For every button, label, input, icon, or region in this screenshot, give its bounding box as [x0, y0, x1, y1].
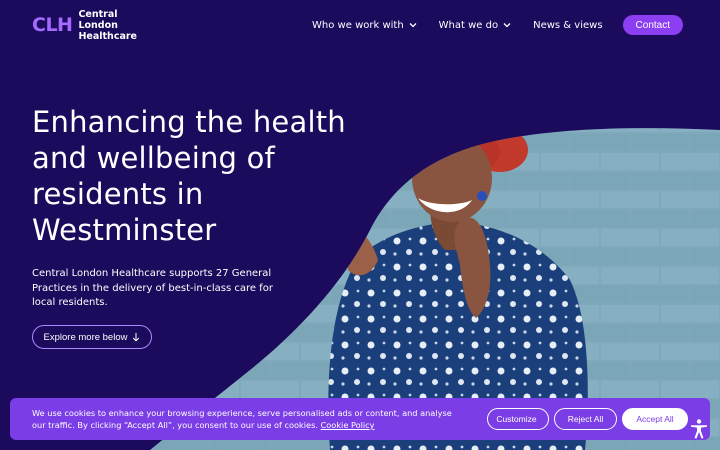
- site-header: CLH Central London Healthcare Who we wor…: [0, 0, 720, 50]
- cookie-message: We use cookies to enhance your browsing …: [32, 407, 452, 431]
- accept-all-button[interactable]: Accept All: [622, 408, 688, 430]
- hero-headline: Enhancing the health and wellbeing of re…: [32, 105, 346, 247]
- nav-label: What we do: [438, 19, 499, 31]
- nav-label: Who we work with: [312, 19, 404, 31]
- page: CLH Central London Healthcare Who we wor…: [0, 0, 720, 450]
- arrow-down-icon: [133, 333, 140, 342]
- nav-news-views[interactable]: News & views: [533, 15, 602, 35]
- nav-label: News & views: [533, 19, 603, 31]
- cookie-actions: Customize Reject All Accept All: [487, 408, 688, 430]
- cookie-banner: We use cookies to enhance your browsing …: [10, 398, 710, 440]
- logo-mark: CLH: [32, 14, 73, 36]
- cookie-policy-link[interactable]: Cookie Policy: [321, 420, 375, 430]
- customize-label: Customize: [496, 414, 537, 424]
- contact-button[interactable]: Contact: [622, 15, 683, 35]
- logo-name: Central London Healthcare: [78, 9, 158, 42]
- reject-all-button[interactable]: Reject All: [554, 408, 617, 430]
- explore-label: Explore more below: [43, 331, 128, 343]
- hero-intro: Central London Healthcare supports 27 Ge…: [32, 268, 273, 308]
- nav-what-we-do[interactable]: What we do: [439, 15, 511, 35]
- logo-name-line1: Central London: [78, 8, 118, 31]
- customize-button[interactable]: Customize: [487, 408, 549, 430]
- logo-name-line2: Healthcare: [78, 30, 137, 42]
- main-nav: Who we work with What we do News & views…: [290, 15, 683, 35]
- cookie-text: We use cookies to enhance your browsing …: [32, 407, 452, 432]
- accessibility-icon[interactable]: [687, 417, 711, 441]
- chevron-down-icon: [503, 23, 511, 28]
- chevron-down-icon: [409, 23, 417, 28]
- explore-more-button[interactable]: Explore more below: [32, 325, 152, 349]
- nav-who-we-work-with[interactable]: Who we work with: [312, 15, 417, 35]
- logo[interactable]: CLH Central London Healthcare: [32, 9, 158, 42]
